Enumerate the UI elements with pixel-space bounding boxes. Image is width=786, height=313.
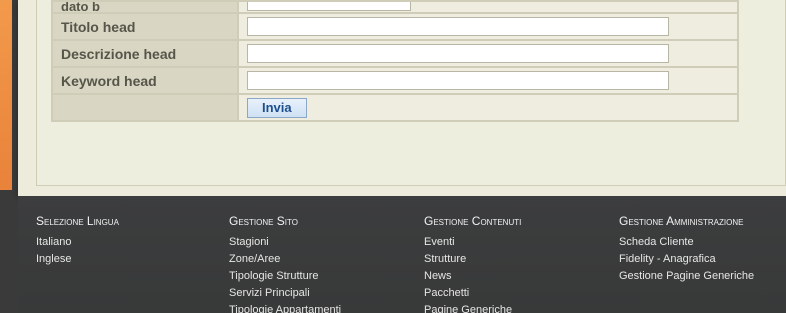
footer-col-gestione-amministrazione: Gestione Amministrazione Scheda Cliente … — [619, 214, 754, 285]
footer-heading: Gestione Sito — [229, 214, 298, 228]
seo-form-table: dato b Titolo head Descrizione head Keyw… — [51, 0, 739, 122]
form-label: Keyword head — [51, 66, 239, 95]
footer-link-eventi[interactable]: Eventi — [424, 234, 521, 251]
footer-link-tipologie-strutture[interactable]: Tipologie Strutture — [229, 268, 341, 285]
form-label: dato b — [51, 0, 239, 14]
footer-col-gestione-sito: Gestione Sito Stagioni Zone/Aree Tipolog… — [229, 214, 341, 313]
footer-link-pacchetti[interactable]: Pacchetti — [424, 285, 521, 302]
empty-label-cell — [51, 93, 239, 122]
footer-link-servizi-principali[interactable]: Servizi Principali — [229, 285, 341, 302]
footer-link-gestione-pagine-generiche[interactable]: Gestione Pagine Generiche — [619, 268, 754, 285]
content-area: dato b Titolo head Descrizione head Keyw… — [18, 0, 786, 196]
form-label: Titolo head — [51, 12, 239, 41]
footer-link-inglese[interactable]: Inglese — [36, 251, 119, 268]
form-row-keyword-head: Keyword head — [51, 66, 739, 95]
footer-link-stagioni[interactable]: Stagioni — [229, 234, 341, 251]
footer-col-gestione-contenuti: Gestione Contenuti Eventi Strutture News… — [424, 214, 521, 313]
footer-link-pagine-generiche[interactable]: Pagine Generiche — [424, 302, 521, 313]
footer-link-zone-aree[interactable]: Zone/Aree — [229, 251, 341, 268]
form-row-dato-b: dato b — [51, 0, 739, 14]
footer-link-tipologie-appartamenti[interactable]: Tipologie Appartamenti — [229, 302, 341, 313]
footer-link-italiano[interactable]: Italiano — [36, 234, 119, 251]
footer-link-scheda-cliente[interactable]: Scheda Cliente — [619, 234, 754, 251]
descrizione-head-input[interactable] — [247, 44, 669, 63]
form-row-submit: Invia — [51, 93, 739, 122]
dato-b-input[interactable] — [247, 1, 411, 11]
accent-strip — [0, 0, 12, 190]
form-row-titolo-head: Titolo head — [51, 12, 739, 41]
form-row-descrizione-head: Descrizione head — [51, 39, 739, 68]
titolo-head-input[interactable] — [247, 17, 669, 36]
footer: Selezione Lingua Italiano Inglese Gestio… — [18, 196, 786, 313]
footer-link-news[interactable]: News — [424, 268, 521, 285]
keyword-head-input[interactable] — [247, 71, 669, 90]
form-panel: dato b Titolo head Descrizione head Keyw… — [36, 0, 786, 186]
footer-col-lingua: Selezione Lingua Italiano Inglese — [36, 214, 119, 268]
footer-heading: Selezione Lingua — [36, 214, 119, 228]
form-label: Descrizione head — [51, 39, 239, 68]
footer-heading: Gestione Contenuti — [424, 214, 522, 228]
submit-button[interactable]: Invia — [247, 97, 307, 118]
footer-heading: Gestione Amministrazione — [619, 214, 744, 228]
footer-link-fidelity-anagrafica[interactable]: Fidelity - Anagrafica — [619, 251, 754, 268]
footer-link-strutture[interactable]: Strutture — [424, 251, 521, 268]
